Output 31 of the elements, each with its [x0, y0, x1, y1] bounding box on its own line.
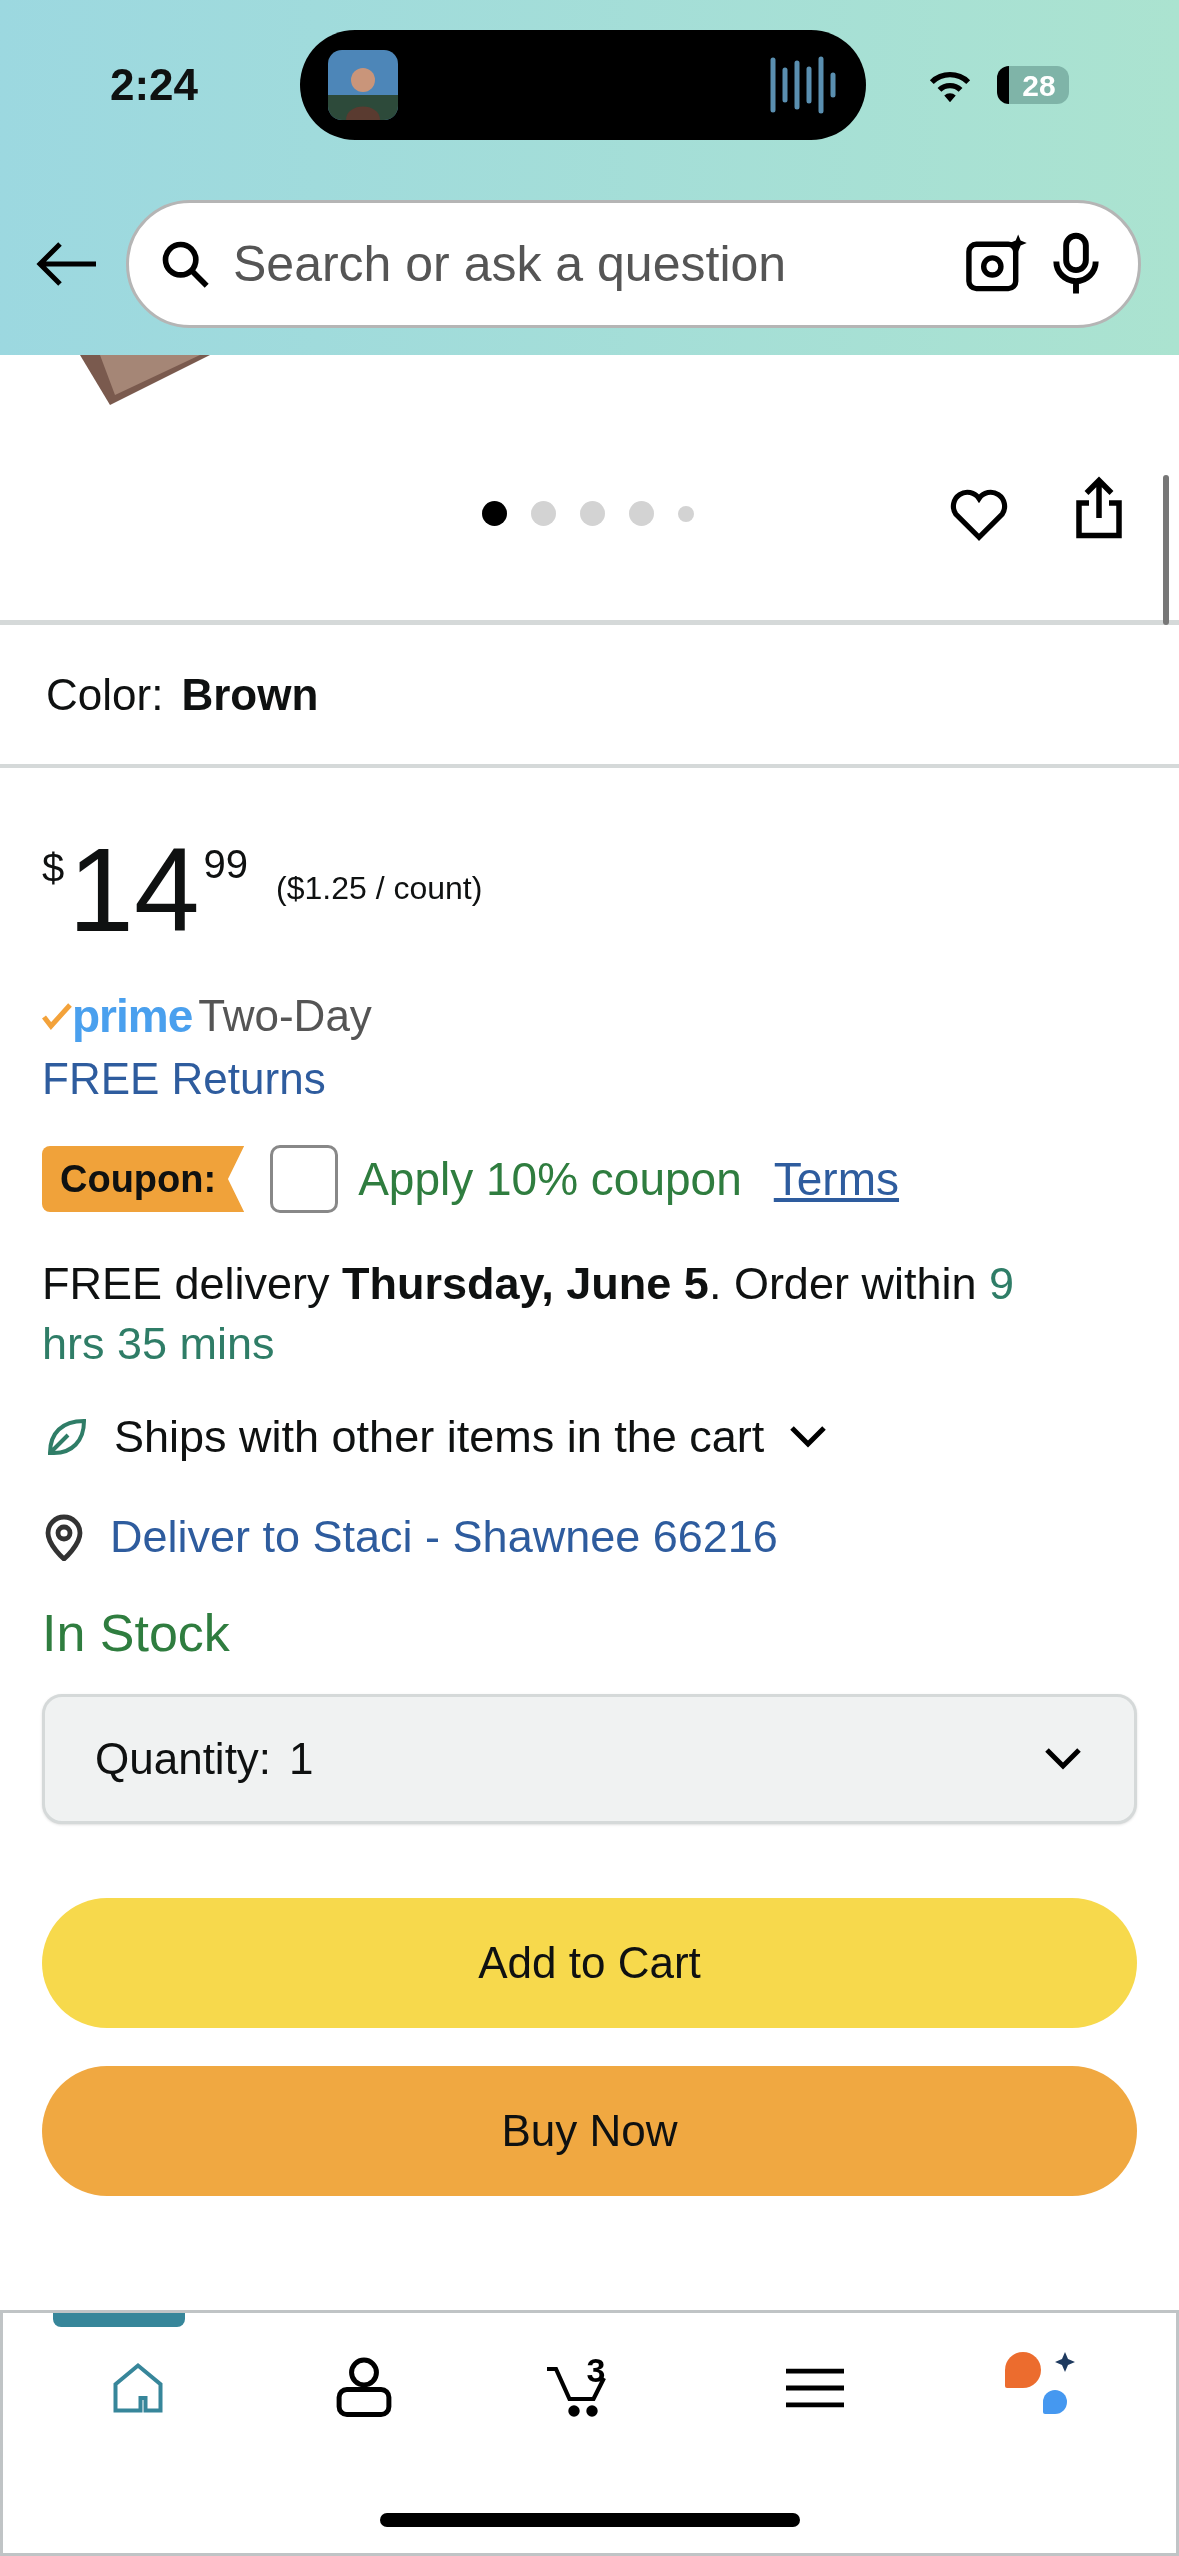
price-fraction: 99	[203, 844, 248, 884]
add-to-cart-button[interactable]: Add to Cart	[42, 1898, 1137, 2028]
microphone-icon[interactable]	[1050, 232, 1102, 296]
search-field[interactable]: Search or ask a question	[233, 226, 942, 302]
price-currency: $	[42, 848, 65, 888]
delivery-message: FREE delivery Thursday, June 5. Order within 9 hrs 35 mins	[42, 1257, 1015, 1371]
buy-now-button[interactable]: Buy Now	[42, 2066, 1137, 2196]
quantity-dropdown[interactable]: Quantity: 1	[42, 1694, 1137, 1824]
coupon-badge: Coupon:	[42, 1146, 245, 1212]
coupon-checkbox[interactable]	[270, 1145, 339, 1213]
chevron-down-icon[interactable]	[788, 1424, 829, 1450]
cart-count: 3	[586, 2350, 606, 2391]
free-returns-link[interactable]: FREE Returns	[42, 1046, 326, 1112]
terms-link[interactable]: Terms	[773, 1144, 899, 1214]
share-icon[interactable]	[1074, 475, 1124, 541]
shipping-option[interactable]: Ships with other items in the cart	[114, 1403, 765, 1471]
unit-price: ($1.25 / count)	[276, 872, 483, 904]
stock-status: In Stock	[42, 1603, 231, 1664]
color-label: Color:	[46, 668, 164, 721]
battery-indicator: 28	[997, 66, 1069, 104]
status-time: 2:24	[110, 59, 199, 111]
search-bar[interactable]: Search or ask a question	[126, 200, 1141, 328]
tab-bar-item[interactable]: 3	[476, 2313, 703, 2463]
color-value: Brown	[181, 668, 319, 721]
price-whole: 14	[68, 840, 200, 940]
deliver-to-link[interactable]: Deliver to Staci - Shawnee 66216	[110, 1503, 778, 1571]
delivery-speed: Two-Day	[198, 990, 372, 1042]
chevron-down-icon	[1042, 1746, 1084, 1772]
check-icon	[42, 1001, 72, 1031]
back-arrow-icon[interactable]	[36, 241, 98, 287]
coupon-label: Apply 10% coupon	[358, 1151, 742, 1207]
